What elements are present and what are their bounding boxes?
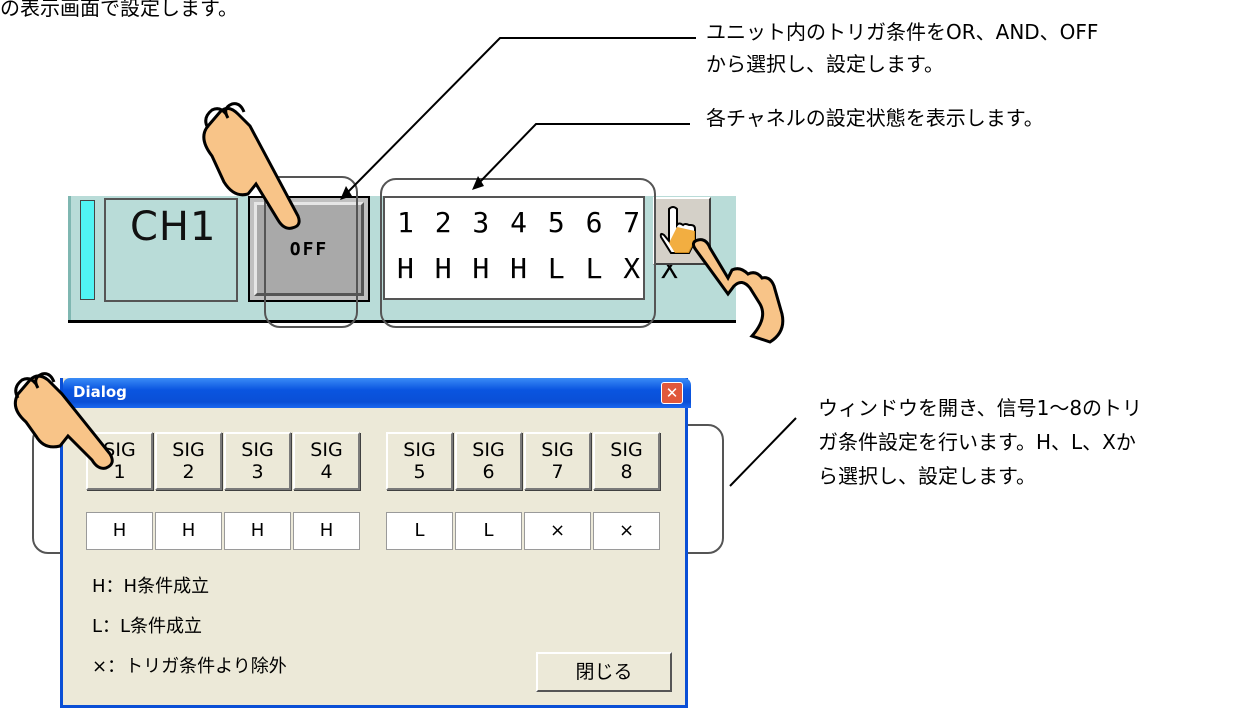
leader-line-window	[729, 417, 797, 487]
pointing-hand-icon	[202, 102, 301, 230]
leader-line-trigger	[340, 37, 696, 200]
pointing-hand-icon	[13, 372, 114, 470]
annotation-overlay	[13, 37, 797, 487]
pointing-hand-icon	[691, 238, 785, 344]
leader-line-state	[472, 123, 690, 190]
